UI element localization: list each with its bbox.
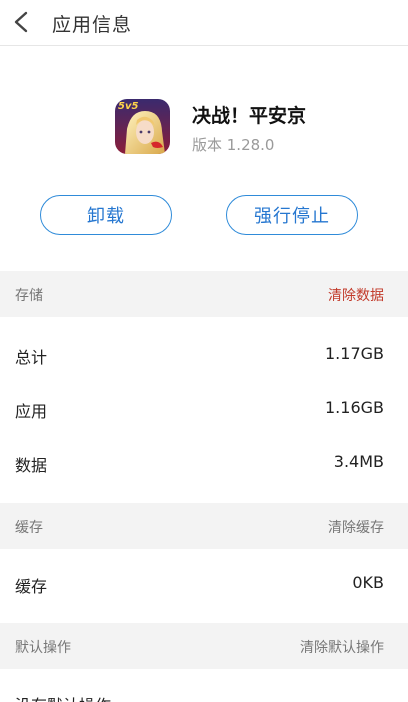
app-name: 决战！平安京 [192, 105, 307, 127]
row-label: 缓存 [15, 577, 48, 596]
app-version: 版本 1.28.0 [192, 136, 275, 154]
defaults-section-label: 默认操作 [15, 640, 71, 656]
row-label: 应用 [15, 402, 48, 421]
cache-section-header: 缓存 清除缓存 [0, 503, 408, 549]
cache-row: 缓存 0KB [0, 557, 408, 611]
row-value: 0KB [352, 573, 384, 592]
app-icon: 5v5 [115, 99, 170, 154]
row-value: 3.4MB [333, 452, 384, 471]
clear-defaults-button[interactable]: 清除默认操作 [300, 637, 384, 657]
uninstall-button[interactable]: 卸载 [40, 195, 172, 235]
row-label: 总计 [15, 348, 48, 367]
clear-data-button[interactable]: 清除数据 [328, 285, 384, 305]
storage-section-label: 存储 [15, 288, 43, 304]
storage-row-data: 数据 3.4MB [0, 436, 408, 490]
app-bar: 应用信息 [0, 0, 408, 46]
back-button[interactable] [8, 8, 34, 36]
storage-row-app: 应用 1.16GB [0, 382, 408, 436]
app-icon-badge: 5v5 [118, 101, 139, 112]
app-summary: 5v5 决战！平安京 版本 1.28.0 卸载 强行停止 [0, 47, 408, 271]
force-stop-button[interactable]: 强行停止 [226, 195, 358, 235]
page-title: 应用信息 [52, 14, 133, 36]
storage-section-header: 存储 清除数据 [0, 271, 408, 317]
row-value: 1.17GB [325, 344, 384, 363]
chevron-left-icon [14, 11, 28, 33]
storage-row-total: 总计 1.17GB [0, 328, 408, 382]
clear-cache-button[interactable]: 清除缓存 [328, 517, 384, 537]
defaults-row: 没有默认操作 [0, 676, 408, 702]
cache-section-label: 缓存 [15, 520, 43, 536]
row-value: 1.16GB [325, 398, 384, 417]
defaults-section-header: 默认操作 清除默认操作 [0, 623, 408, 669]
row-label: 没有默认操作 [15, 692, 111, 702]
row-label: 数据 [15, 456, 48, 475]
